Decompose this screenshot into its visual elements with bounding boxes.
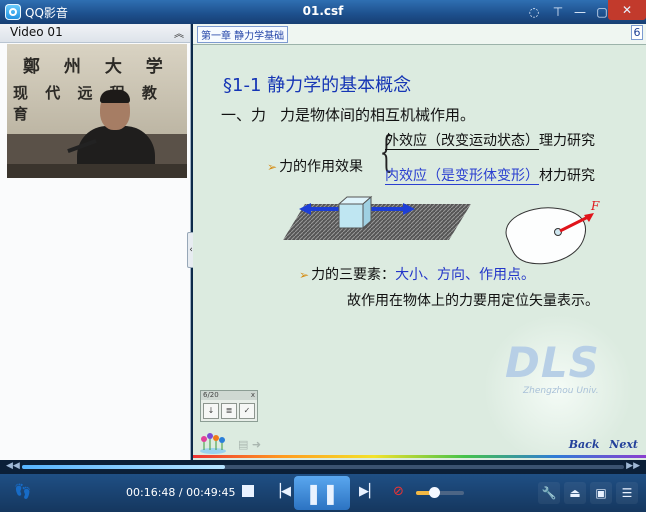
seek-back-icon[interactable]: ◀◀ (6, 461, 20, 471)
cube (337, 195, 373, 230)
block-on-plane-illustration (283, 195, 471, 240)
three-elements-line: ➢ 力的三要素：大小、方向、作用点。 (299, 264, 535, 284)
pin-icon[interactable]: ⊤ (548, 2, 568, 22)
slide-forward-icon[interactable]: ➜ (252, 438, 261, 451)
conclusion-line: 故作用在物体上的力要用定位矢量表示。 (347, 293, 599, 309)
effect-inner: 内效应（是变形体变形） (385, 168, 539, 185)
video-thumbnail[interactable]: 鄭 州 大 学 现 代 远 程 教 育 (7, 44, 187, 178)
playlist-panel: Video 01 ︽ 鄭 州 大 学 现 代 远 程 教 育 (0, 24, 191, 460)
next-button[interactable]: ▶▏ (359, 484, 379, 499)
screenshot-icon[interactable]: ▣ (590, 482, 612, 504)
collapse-up-icon[interactable]: ︽ (174, 25, 184, 40)
seek-bar-fill (22, 465, 226, 469)
slide-mini-controller: 6/20 x ↓ ≣ ✓ (200, 390, 258, 422)
tools-wrench-icon[interactable]: 🔧 (538, 482, 560, 504)
playlist-icon[interactable]: ☰ (616, 482, 638, 504)
elements-prefix: 力的三要素： (311, 267, 396, 283)
bullet-arrow-icon: ➢ (267, 160, 278, 174)
flowers-decoration (200, 433, 226, 454)
eject-icon[interactable]: ⏏ (564, 482, 586, 504)
time-current: 00:16:48 (126, 486, 176, 499)
time-display: 00:16:48 / 00:49:45 (126, 486, 236, 499)
rainbow-divider (193, 455, 646, 458)
playlist-header: Video 01 ︽ (0, 24, 190, 43)
effects-label: 力的作用效果 (279, 159, 364, 175)
mini-close-icon[interactable]: x (251, 391, 255, 400)
mini-page-counter: 6/20 (203, 391, 219, 399)
slide-header-bar: 第一章 静力学基础 6 (193, 24, 646, 45)
mini-check-icon[interactable]: ✓ (239, 403, 255, 419)
stop-button[interactable] (242, 485, 254, 497)
slide-nav-icons: ▤ ➜ (238, 438, 261, 451)
dls-watermark: DLS Zhengzhou Univ. (483, 314, 643, 460)
mini-menu-icon[interactable]: ≣ (221, 403, 237, 419)
force-definition: 一、力 力是物体间的相互机械作用。 (221, 104, 475, 125)
slide-heading: §1-1 静力学的基本概念 (223, 75, 412, 96)
slide-next-link[interactable]: Next (609, 438, 638, 451)
bullet-arrow-icon: ➢ (299, 268, 310, 282)
thumbnail-text-top: 鄭 州 大 学 (23, 57, 172, 77)
force-label: 一、力 (221, 106, 267, 124)
force-label-f: F (591, 199, 600, 213)
slide-page-number: 6 (631, 25, 643, 40)
effect-outer-line: 外效应（改变运动状态）理力研究 (385, 130, 595, 150)
playlist-item-title[interactable]: Video 01 (10, 25, 63, 39)
effect-outer-tail: 理力研究 (539, 133, 595, 149)
title-bar: QQ影音 01.csf ◌ ⊤ — ▢ ✕ (0, 0, 646, 25)
footprint-icon[interactable]: 👣 (14, 484, 31, 500)
watermark-logo: DLS (505, 338, 600, 387)
time-separator: / (175, 486, 187, 499)
seek-bar-row: ◀◀ ▶▶ (0, 460, 646, 474)
chat-icon[interactable]: ◌ (524, 2, 544, 22)
chapter-label: 第一章 静力学基础 (197, 26, 289, 43)
effect-outer: 外效应（改变运动状态） (385, 133, 539, 150)
volume-mute-icon[interactable]: ⊘ (393, 484, 404, 499)
watermark-subtitle: Zhengzhou Univ. (523, 386, 599, 396)
time-total: 00:49:45 (186, 486, 236, 499)
mini-prev-icon[interactable]: ↓ (203, 403, 219, 419)
effect-inner-line: 内效应（是变形体变形）材力研究 (385, 165, 595, 185)
video-frame-slide[interactable]: 第一章 静力学基础 6 §1-1 静力学的基本概念 一、力 力是物体间的相互机械作… (193, 24, 646, 460)
volume-knob[interactable] (429, 487, 441, 498)
previous-button[interactable]: ▕◀ (271, 484, 291, 499)
slide-list-icon[interactable]: ▤ (238, 438, 248, 451)
minimize-icon[interactable]: — (570, 2, 590, 22)
slide-back-next: Back Next (569, 438, 638, 451)
slide-back-link[interactable]: Back (569, 438, 600, 451)
pause-button[interactable]: ❚❚ (294, 476, 350, 510)
elements-values: 大小、方向、作用点。 (395, 267, 536, 283)
volume-slider[interactable] (416, 487, 464, 498)
seek-forward-icon[interactable]: ▶▶ (626, 461, 640, 471)
effect-inner-tail: 材力研究 (539, 168, 595, 184)
seek-bar[interactable] (22, 465, 624, 469)
force-definition-text: 力是物体间的相互机械作用。 (280, 106, 476, 124)
desk (7, 164, 187, 178)
player-controls: 👣 00:16:48 / 00:49:45 ▕◀ ❚❚ ▶▏ ⊘ 🔧 ⏏ ▣ ☰ (0, 474, 646, 512)
close-icon[interactable]: ✕ (608, 0, 646, 20)
effects-line: ➢ 力的作用效果 (267, 156, 363, 176)
